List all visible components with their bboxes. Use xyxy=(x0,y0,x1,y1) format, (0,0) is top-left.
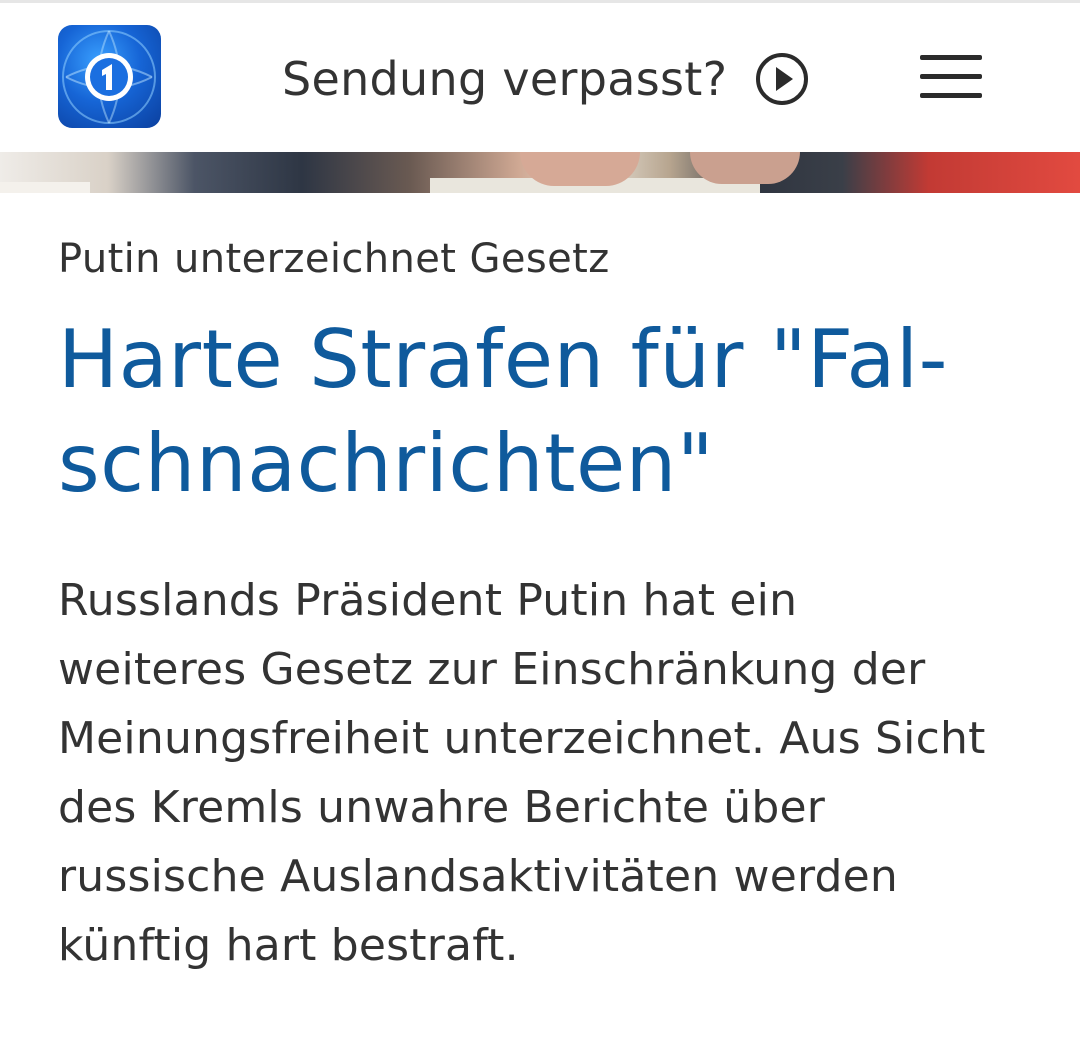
teaser-line: weiteres Gesetz zur Einschränkung der xyxy=(58,644,926,695)
teaser-line: Russlands Präsident Putin hat ein xyxy=(58,575,798,626)
image-detail xyxy=(0,182,90,193)
article-headline[interactable]: Harte Strafen für "Fal- schnachrichten" xyxy=(58,308,1048,516)
globe-one-icon xyxy=(62,30,156,124)
image-detail xyxy=(520,152,640,186)
article-topline: Putin unterzeichnet Gesetz xyxy=(58,236,610,282)
headline-line: Harte Strafen für "Fal- xyxy=(58,313,948,406)
image-detail xyxy=(690,152,800,184)
page: Sendung verpasst? Putin unterzeichnet Ge… xyxy=(0,0,1080,1050)
headline-line: schnachrichten" xyxy=(58,417,715,510)
menu-bar xyxy=(920,55,982,60)
teaser-line: künftig hart bestraft. xyxy=(58,920,519,971)
article-teaser: Russlands Präsident Putin hat ein weiter… xyxy=(58,566,1058,980)
play-circle-icon xyxy=(756,53,809,105)
tagesschau-logo[interactable] xyxy=(58,25,161,128)
site-header: Sendung verpasst? xyxy=(0,0,1080,152)
teaser-line: russische Auslandsaktivitäten werden xyxy=(58,851,898,902)
teaser-line: des Kremls unwahre Berichte über xyxy=(58,782,826,833)
menu-bar xyxy=(920,93,982,98)
hamburger-menu-icon[interactable] xyxy=(920,55,982,99)
article-image[interactable] xyxy=(0,152,1080,193)
missed-show-label: Sendung verpasst? xyxy=(282,52,728,106)
missed-show-link[interactable]: Sendung verpasst? xyxy=(282,47,809,111)
menu-bar xyxy=(920,74,982,79)
teaser-line: Meinungsfreiheit unterzeichnet. Aus Sich… xyxy=(58,713,986,764)
